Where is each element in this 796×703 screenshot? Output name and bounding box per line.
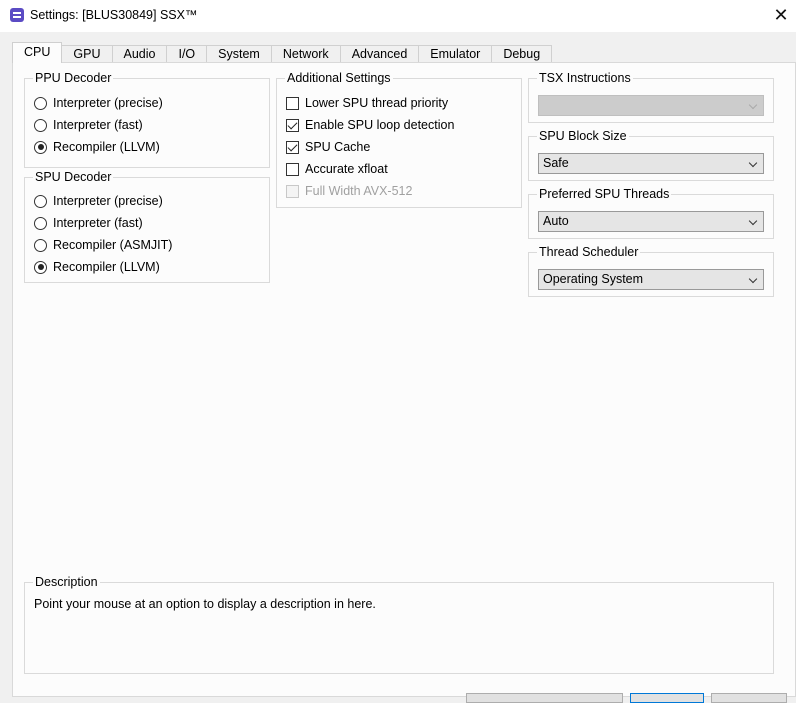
- description-text: Point your mouse at an option to display…: [34, 597, 376, 611]
- close-button[interactable]: ✕: [766, 0, 796, 30]
- additional-settings-title: Additional Settings: [285, 70, 393, 86]
- additional-settings-group: Additional Settings Lower SPU thread pri…: [276, 70, 522, 208]
- tab-audio[interactable]: Audio: [111, 45, 168, 63]
- app-icon: [10, 8, 24, 22]
- radio-button[interactable]: [34, 194, 47, 208]
- radio-button[interactable]: [34, 118, 47, 132]
- title-bar: Settings: [BLUS30849] SSX™ ✕: [0, 0, 796, 32]
- dialog-button-default[interactable]: [630, 693, 704, 703]
- tab-system[interactable]: System: [206, 45, 272, 63]
- option-label: Interpreter (fast): [53, 118, 143, 132]
- radio-button-selected[interactable]: [34, 140, 47, 154]
- ppu-decoder-title: PPU Decoder: [33, 70, 114, 86]
- setting-label: Accurate xfloat: [305, 162, 388, 176]
- dialog-button[interactable]: [466, 693, 623, 703]
- setting-label: Full Width AVX-512: [305, 184, 413, 198]
- setting-enable-spu-loop-detection[interactable]: Enable SPU loop detection: [286, 117, 454, 133]
- ppu-decoder-group: PPU Decoder Interpreter (precise) Interp…: [24, 70, 270, 168]
- tab-network[interactable]: Network: [270, 45, 341, 63]
- chevron-down-icon: [748, 274, 758, 284]
- checkbox[interactable]: [286, 96, 299, 110]
- ppu-option-recompiler-llvm[interactable]: Recompiler (LLVM): [34, 139, 160, 155]
- tsx-instructions-group: TSX Instructions: [528, 70, 774, 123]
- option-label: Recompiler (LLVM): [53, 140, 160, 154]
- tab-debug[interactable]: Debug: [491, 45, 553, 63]
- description-title: Description: [33, 574, 100, 590]
- tab-emulator[interactable]: Emulator: [418, 45, 493, 63]
- dropdown-value: Safe: [543, 156, 569, 170]
- spu-option-interpreter-precise[interactable]: Interpreter (precise): [34, 193, 163, 209]
- tsx-instructions-dropdown: [538, 95, 764, 116]
- tab-io[interactable]: I/O: [166, 45, 208, 63]
- spu-decoder-title: SPU Decoder: [33, 169, 114, 185]
- spu-block-size-title: SPU Block Size: [537, 128, 629, 144]
- preferred-spu-threads-title: Preferred SPU Threads: [537, 186, 672, 202]
- thread-scheduler-dropdown[interactable]: Operating System: [538, 269, 764, 290]
- radio-button[interactable]: [34, 96, 47, 110]
- setting-full-width-avx512: Full Width AVX-512: [286, 183, 412, 199]
- dropdown-value: Operating System: [543, 272, 644, 286]
- checkbox-checked[interactable]: [286, 140, 299, 154]
- setting-lower-spu-thread-priority[interactable]: Lower SPU thread priority: [286, 95, 448, 111]
- option-label: Interpreter (fast): [53, 216, 143, 230]
- spu-option-recompiler-llvm[interactable]: Recompiler (LLVM): [34, 259, 160, 275]
- description-group: Description Point your mouse at an optio…: [24, 574, 774, 674]
- spu-option-interpreter-fast[interactable]: Interpreter (fast): [34, 215, 143, 231]
- spu-block-size-dropdown[interactable]: Safe: [538, 153, 764, 174]
- cpu-tab-pane: PPU Decoder Interpreter (precise) Interp…: [12, 62, 796, 697]
- checkbox-disabled: [286, 184, 299, 198]
- option-label: Recompiler (ASMJIT): [53, 238, 173, 252]
- checkbox[interactable]: [286, 162, 299, 176]
- ppu-option-interpreter-fast[interactable]: Interpreter (fast): [34, 117, 143, 133]
- setting-spu-cache[interactable]: SPU Cache: [286, 139, 370, 155]
- chevron-down-icon: [748, 100, 758, 110]
- chevron-down-icon: [748, 158, 758, 168]
- option-label: Interpreter (precise): [53, 194, 163, 208]
- option-label: Recompiler (LLVM): [53, 260, 160, 274]
- tab-cpu[interactable]: CPU: [12, 42, 63, 63]
- setting-label: Lower SPU thread priority: [305, 96, 449, 110]
- dialog-button[interactable]: [711, 693, 787, 703]
- setting-label: SPU Cache: [305, 140, 371, 154]
- checkbox-checked[interactable]: [286, 118, 299, 132]
- radio-button[interactable]: [34, 238, 47, 252]
- spu-option-recompiler-asmjit[interactable]: Recompiler (ASMJIT): [34, 237, 172, 253]
- radio-button-selected[interactable]: [34, 260, 47, 274]
- chevron-down-icon: [748, 216, 758, 226]
- thread-scheduler-title: Thread Scheduler: [537, 244, 641, 260]
- spu-decoder-group: SPU Decoder Interpreter (precise) Interp…: [24, 169, 270, 283]
- window-title: Settings: [BLUS30849] SSX™: [30, 8, 198, 22]
- setting-label: Enable SPU loop detection: [305, 118, 455, 132]
- setting-accurate-xfloat[interactable]: Accurate xfloat: [286, 161, 388, 177]
- preferred-spu-threads-dropdown[interactable]: Auto: [538, 211, 764, 232]
- option-label: Interpreter (precise): [53, 96, 163, 110]
- dropdown-value: Auto: [543, 214, 569, 228]
- radio-button[interactable]: [34, 216, 47, 230]
- tab-gpu[interactable]: GPU: [61, 45, 113, 63]
- preferred-spu-threads-group: Preferred SPU Threads Auto: [528, 186, 774, 239]
- spu-block-size-group: SPU Block Size Safe: [528, 128, 774, 181]
- tsx-instructions-title: TSX Instructions: [537, 70, 633, 86]
- ppu-option-interpreter-precise[interactable]: Interpreter (precise): [34, 95, 163, 111]
- tab-advanced[interactable]: Advanced: [339, 45, 420, 63]
- tab-bar: CPU GPU Audio I/O System Network Advance…: [12, 42, 553, 63]
- thread-scheduler-group: Thread Scheduler Operating System: [528, 244, 774, 297]
